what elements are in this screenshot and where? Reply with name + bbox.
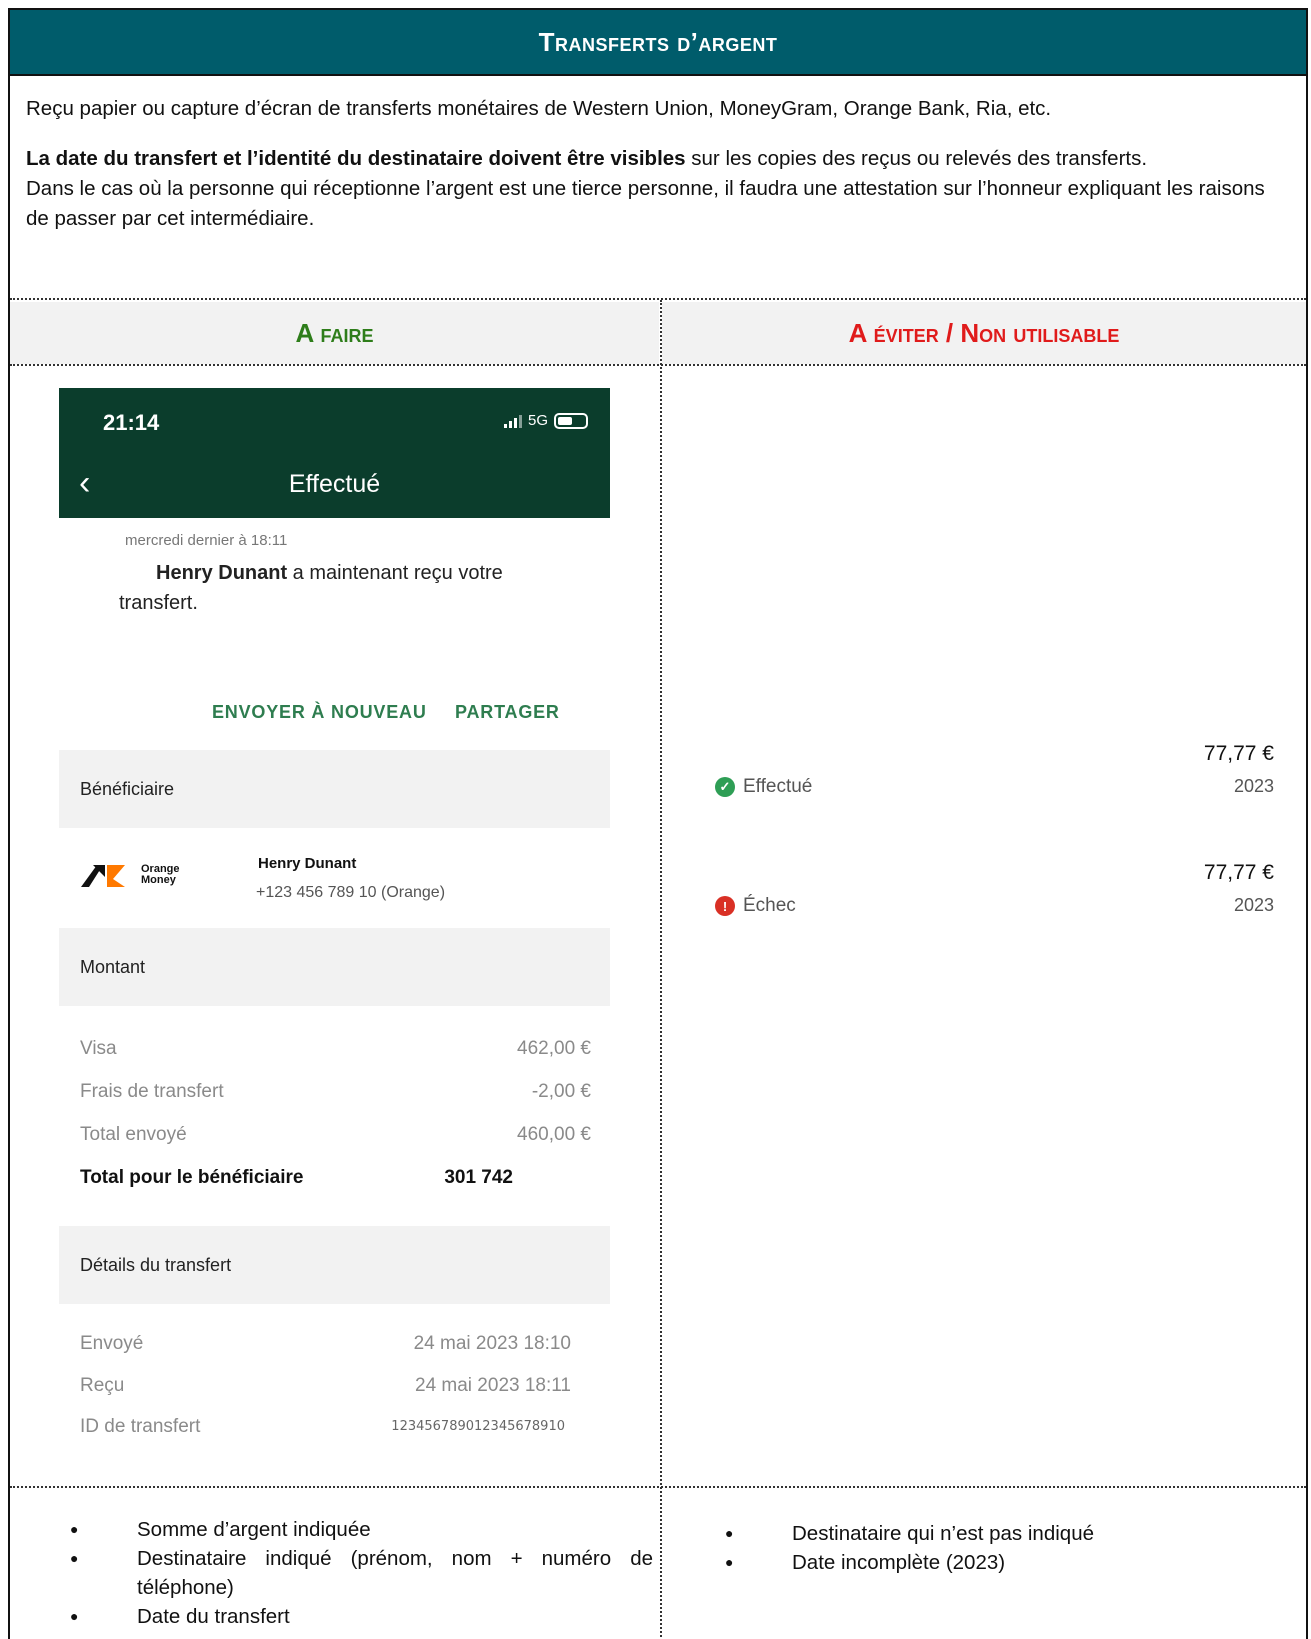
battery-icon: [554, 412, 588, 429]
divider-heading: [10, 364, 1306, 366]
divider-bottom: [10, 1486, 1306, 1488]
column-heading-dont: A éviter / Non utilisable: [662, 302, 1306, 364]
intro-rest: sur les copies des reçus ou relevés des …: [685, 147, 1148, 170]
transaction-status: ✓ Effectué: [715, 776, 812, 798]
intro-line-1: Reçu papier ou capture d’écran de transf…: [26, 97, 1052, 120]
detail-row: Envoyé 24 mai 2023 18:10: [80, 1333, 591, 1355]
row-value: 462,00 €: [517, 1038, 591, 1059]
divider-top: [10, 298, 1306, 300]
transaction-item: 77,77 € ✓ Effectué 2023: [662, 742, 1306, 802]
do-list: Somme d’argent indiquée Destinataire ind…: [70, 1515, 653, 1631]
transaction-item: 77,77 € ! Échec 2023: [662, 861, 1306, 921]
intro-bold: La date du transfert et l’identité du de…: [26, 147, 686, 170]
transaction-amount: 77,77 €: [1203, 742, 1274, 765]
signal-icon: [503, 414, 522, 428]
transaction-year: 2023: [1233, 895, 1274, 915]
intro-text: Reçu papier ou capture d’écran de transf…: [26, 94, 1286, 234]
error-circle-icon: !: [715, 896, 735, 916]
row-value: 24 mai 2023 18:10: [413, 1333, 571, 1354]
orange-money-icon: [81, 865, 125, 887]
logo-text-money: Money: [141, 874, 176, 886]
dont-list: Destinataire qui n’est pas indiqué Date …: [725, 1519, 1285, 1577]
row-value: 301 742: [444, 1167, 513, 1188]
row-value: 12345678901234567891​0: [391, 1419, 565, 1434]
resend-button[interactable]: ENVOYER À NOUVEAU: [212, 702, 427, 723]
row-value: 24 mai 2023 18:11: [415, 1375, 571, 1396]
status-label: Échec: [743, 895, 796, 916]
row-label: Total envoyé: [80, 1124, 187, 1145]
transfer-timestamp: mercredi dernier à 18:11: [125, 532, 288, 549]
row-label: Total pour le bénéficiaire: [80, 1167, 304, 1188]
amount-row-total: Total pour le bénéficiaire 301 742: [80, 1167, 591, 1189]
section-details: Détails du transfert: [59, 1226, 610, 1304]
intro-line-2: La date du transfert et l’identité du de…: [26, 144, 1286, 174]
recipient-name: Henry Dunant: [156, 562, 288, 584]
status-label: Effectué: [743, 776, 813, 797]
column-divider: [660, 300, 662, 1639]
phone-header: 21:14 5G ‹ Effectué: [59, 388, 610, 518]
transaction-amount: 77,77 €: [1203, 861, 1274, 884]
section-beneficiary: Bénéficiaire: [59, 750, 610, 828]
section-amount: Montant: [59, 928, 610, 1006]
share-button[interactable]: PARTAGER: [455, 702, 560, 723]
amount-row: Frais de transfert -2,00 €: [80, 1081, 591, 1103]
detail-row: ID de transfert 12345678901234567891​0: [80, 1416, 591, 1438]
row-label: Frais de transfert: [80, 1081, 224, 1102]
transaction-status: ! Échec: [715, 895, 796, 917]
row-label: ID de transfert: [80, 1416, 201, 1437]
amount-row: Visa 462,00 €: [80, 1038, 591, 1060]
detail-row: Reçu 24 mai 2023 18:11: [80, 1375, 591, 1397]
list-item: Destinataire qui n’est pas indiqué: [725, 1519, 1285, 1548]
document-frame: Transferts d’argent Reçu papier ou captu…: [8, 8, 1308, 1639]
row-label: Envoyé: [80, 1333, 144, 1354]
phone-screenshot: 21:14 5G ‹ Effectué mercredi dernier à 1…: [59, 388, 610, 1448]
list-item: Date incomplète (2023): [725, 1548, 1285, 1577]
check-circle-icon: ✓: [715, 777, 735, 797]
amount-row: Total envoyé 460,00 €: [80, 1124, 591, 1146]
list-item: Date du transfert: [70, 1602, 653, 1631]
transaction-year: 2023: [1233, 776, 1274, 796]
network-label: 5G: [527, 412, 548, 429]
row-label: Reçu: [80, 1375, 125, 1396]
beneficiary-name: Henry Dunant: [258, 855, 357, 872]
intro-line-3: Dans le cas où la personne qui réception…: [26, 177, 1265, 230]
beneficiary-phone: +123 456 789 10 (Orange): [256, 884, 446, 901]
row-label: Visa: [80, 1038, 117, 1059]
column-heading-do: A faire: [10, 302, 659, 364]
row-value: -2,00 €: [531, 1081, 591, 1102]
list-item: Destinataire indiqué (prénom, nom + numé…: [70, 1544, 653, 1602]
row-value: 460,00 €: [517, 1124, 591, 1145]
confirmation-message: Henry Dunant a maintenant reçu votre tra…: [119, 558, 559, 618]
page-title: Transferts d’argent: [10, 10, 1306, 76]
status-time: 21:14: [103, 410, 160, 435]
list-item: Somme d’argent indiquée: [70, 1515, 653, 1544]
orange-money-logo: Orange Money: [79, 861, 180, 889]
status-bar: 5G: [503, 412, 588, 429]
screen-title: Effectué: [288, 470, 381, 498]
